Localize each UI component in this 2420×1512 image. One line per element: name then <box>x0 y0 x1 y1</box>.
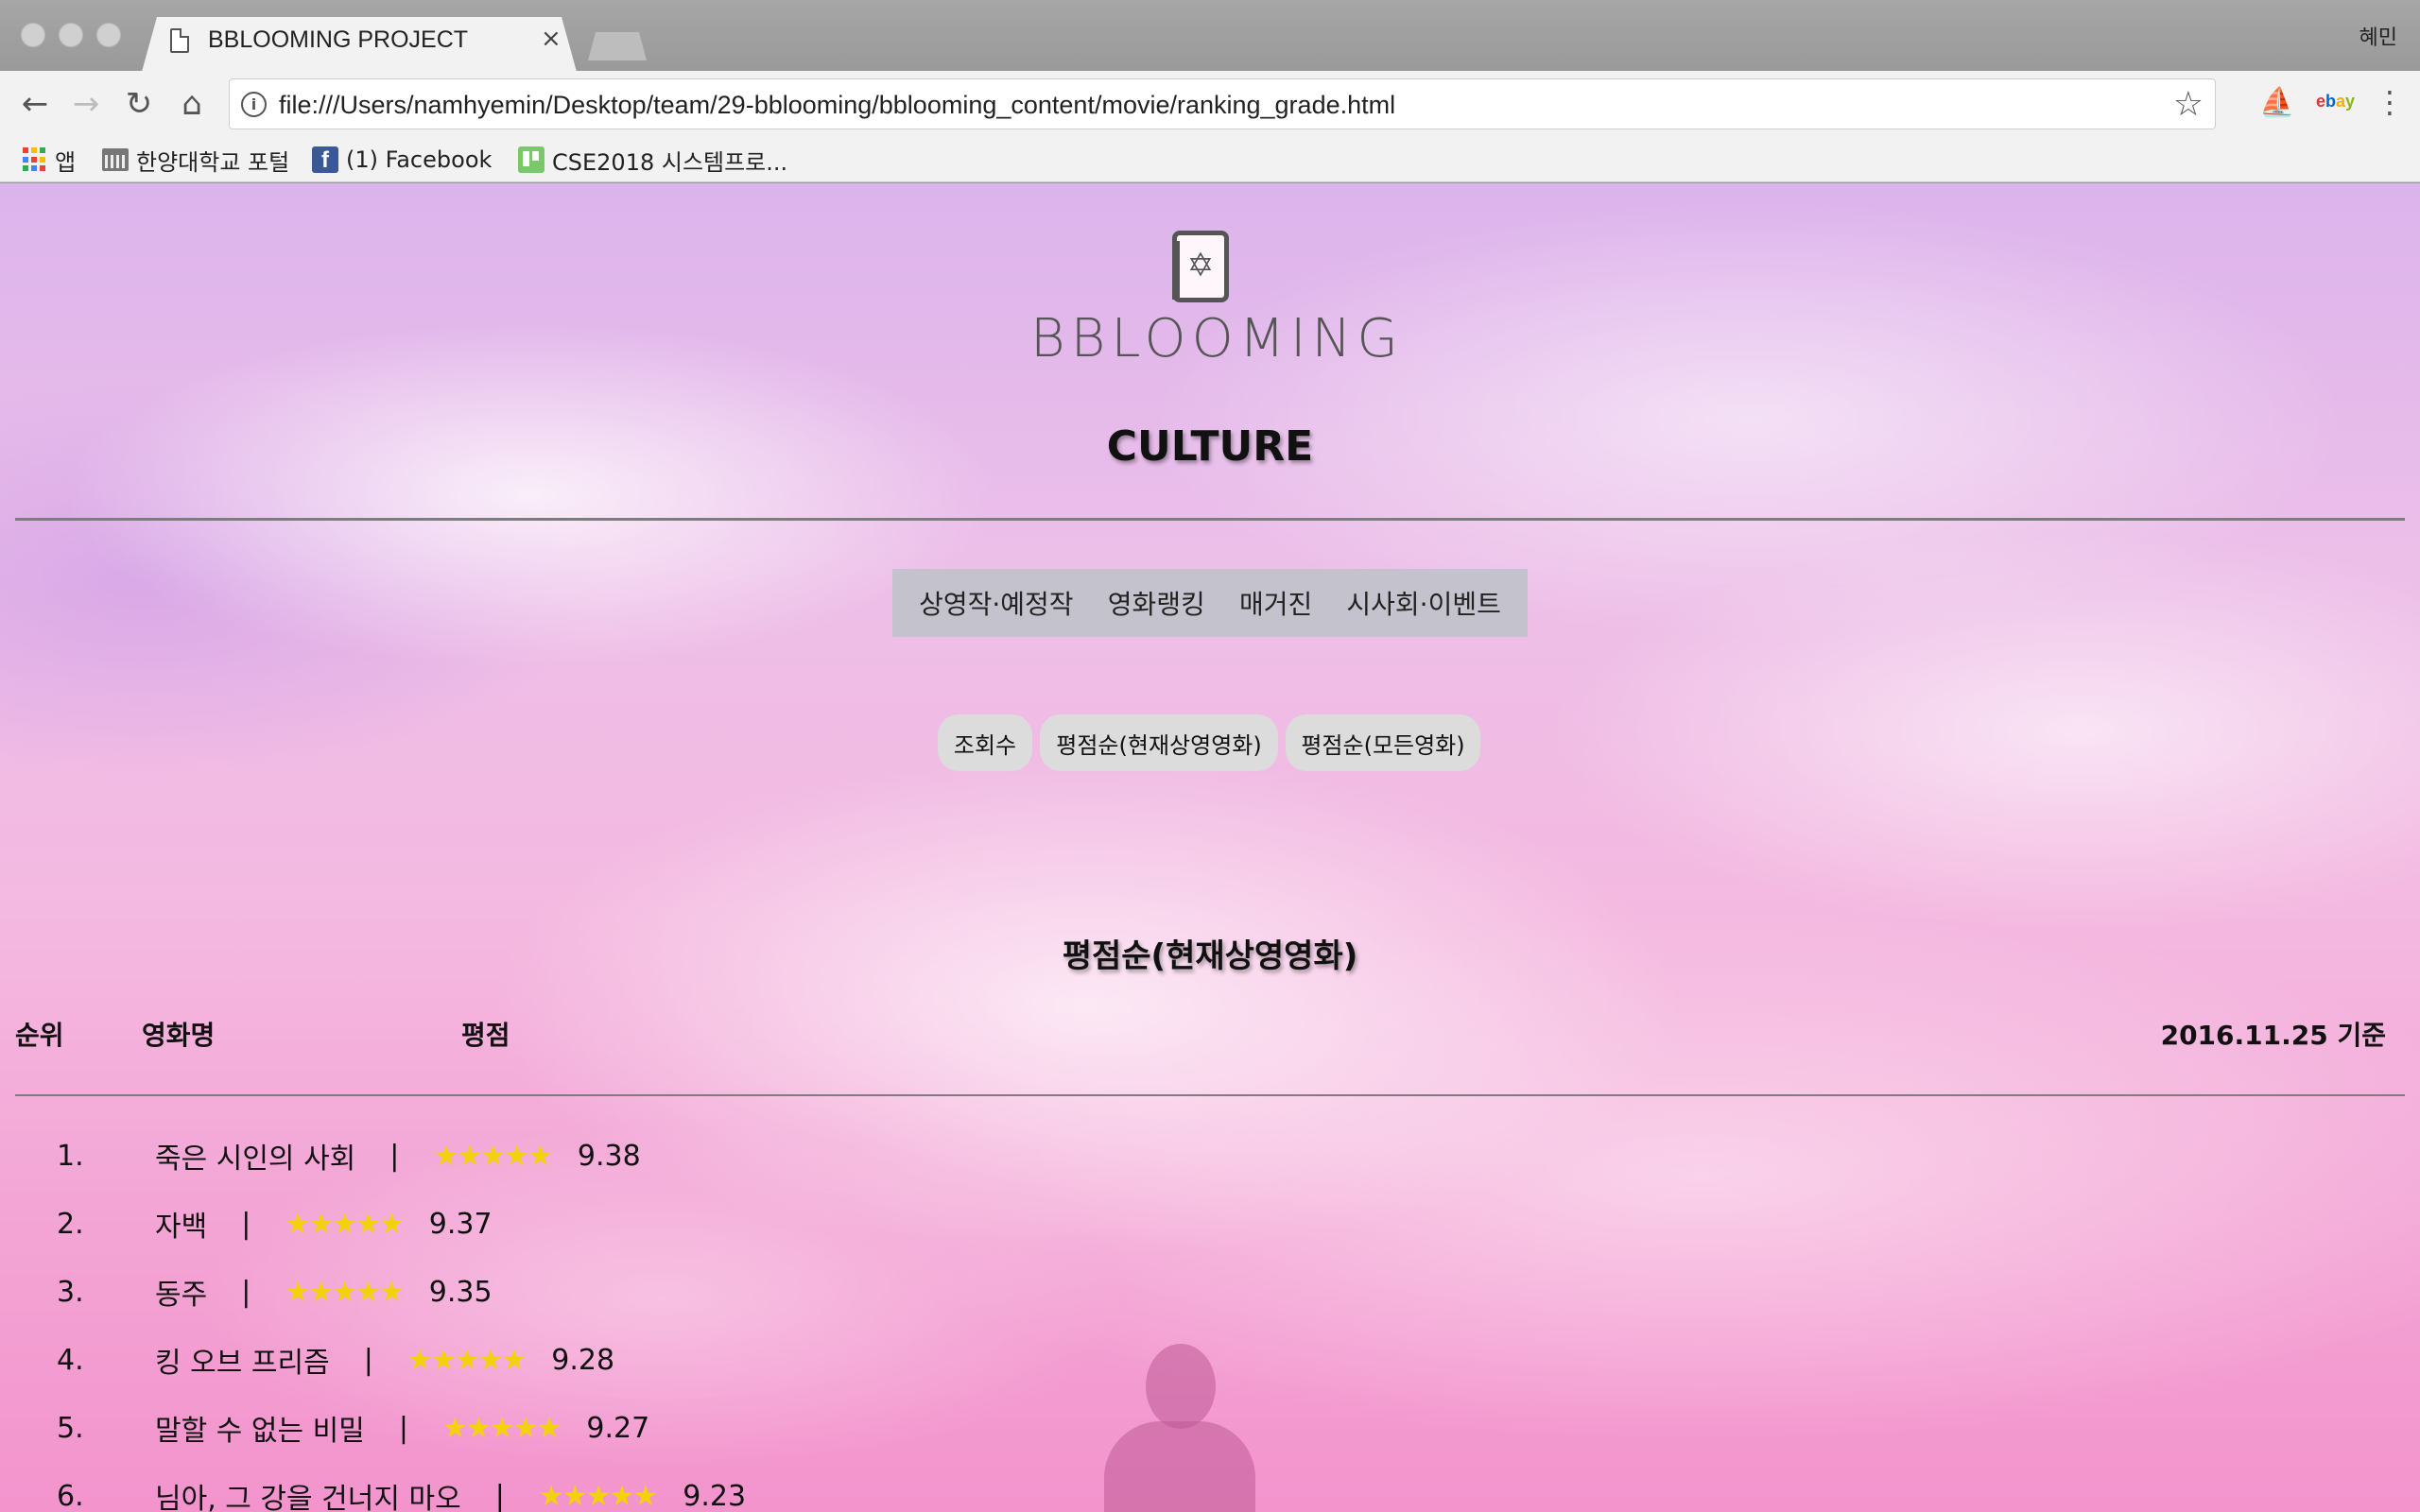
divider <box>15 1094 2405 1096</box>
column-header-rank: 순위 <box>15 1020 64 1051</box>
ranking-list-title: 평점순(현재상영영화) <box>1062 937 1358 975</box>
tab-close-icon[interactable]: × <box>541 25 562 53</box>
movie-title[interactable]: 킹 오브 프리즘 <box>155 1339 330 1381</box>
back-arrow-icon[interactable]: ← <box>13 82 57 126</box>
star-rating: ★★★★★ <box>433 1139 552 1173</box>
ranking-row: 4. 킹 오브 프리즘 | ★★★★★ 9.28 <box>57 1336 614 1383</box>
separator: | <box>398 1411 408 1445</box>
tab-grade-current[interactable]: 평점순(현재상영영화) <box>1040 714 1278 771</box>
column-header-title: 영화명 <box>142 1020 216 1051</box>
movie-score: 9.23 <box>683 1479 747 1512</box>
ranking-row: 1. 죽은 시인의 사회 | ★★★★★ 9.38 <box>57 1132 641 1179</box>
movie-title[interactable]: 말할 수 없는 비밀 <box>155 1407 365 1449</box>
rank-number: 6. <box>57 1479 84 1512</box>
divider <box>15 518 2405 521</box>
main-nav: 상영작·예정작 영화랭킹 매거진 시사회·이벤트 <box>892 569 1528 637</box>
bookmark-label: 앱 <box>55 148 77 176</box>
home-icon[interactable]: ⌂ <box>170 82 214 126</box>
movie-score: 9.35 <box>428 1275 493 1309</box>
document-icon <box>170 28 189 53</box>
page-viewport: BBLOOMING CULTURE 상영작·예정작 영화랭킹 매거진 시사회·이… <box>0 183 2420 1512</box>
movie-score: 9.27 <box>586 1411 650 1445</box>
university-icon <box>102 148 129 171</box>
bookmark-label: 한양대학교 포털 <box>136 148 290 176</box>
menu-dots-icon[interactable]: ⋮ <box>2375 84 2405 120</box>
star-rating: ★★★★★ <box>441 1411 562 1445</box>
separator: | <box>241 1207 251 1241</box>
browser-titlebar: BBLOOMING PROJECT × 혜민 <box>0 0 2420 72</box>
bookmark-star-icon[interactable]: ☆ <box>2173 85 2204 124</box>
separator: | <box>363 1343 373 1377</box>
movie-title[interactable]: 죽은 시인의 사회 <box>155 1135 355 1177</box>
facebook-icon: f <box>312 146 338 173</box>
profile-name[interactable]: 혜민 <box>2360 21 2397 51</box>
bookmark-cse2018[interactable]: CSE2018 시스템프로... <box>518 145 788 176</box>
tab-grade-all[interactable]: 평점순(모든영화) <box>1286 714 1480 771</box>
tab-views[interactable]: 조회수 <box>938 714 1032 771</box>
ranking-row: 2. 자백 | ★★★★★ 9.37 <box>57 1200 493 1247</box>
rank-number: 2. <box>57 1207 84 1241</box>
logo-text: BBLOOMING <box>1030 308 1404 369</box>
bookmark-facebook[interactable]: f (1) Facebook <box>312 145 492 175</box>
movie-title[interactable]: 동주 <box>155 1271 207 1313</box>
info-icon[interactable]: i <box>241 92 267 117</box>
book-logo-icon <box>1172 231 1229 302</box>
trello-icon <box>518 146 544 173</box>
browser-toolbar: ← → ↻ ⌂ i file:///Users/namhyemin/Deskto… <box>0 71 2420 137</box>
ebay-extension-icon[interactable]: ebay <box>2316 92 2355 112</box>
rank-number: 4. <box>57 1343 84 1377</box>
ranking-row: 5. 말할 수 없는 비밀 | ★★★★★ 9.27 <box>57 1404 649 1452</box>
bookmark-apps[interactable]: 앱 <box>23 145 77 176</box>
separator: | <box>241 1275 251 1309</box>
star-rating: ★★★★★ <box>285 1207 404 1241</box>
window-minimize-button[interactable] <box>59 23 83 47</box>
url-text[interactable]: file:///Users/namhyemin/Desktop/team/29-… <box>279 91 1395 120</box>
separator: | <box>389 1139 400 1173</box>
movie-title[interactable]: 자백 <box>155 1203 207 1245</box>
star-rating: ★★★★★ <box>538 1479 658 1512</box>
bookmarks-bar: 앱 한양대학교 포털 f (1) Facebook CSE2018 시스템프로.… <box>0 137 2420 182</box>
star-rating: ★★★★★ <box>406 1343 527 1377</box>
background-person-silhouette <box>1104 1344 1255 1512</box>
window-close-button[interactable] <box>21 23 45 47</box>
movie-score: 9.37 <box>428 1207 493 1241</box>
rank-number: 3. <box>57 1275 84 1309</box>
rank-number: 1. <box>57 1139 84 1173</box>
page-title: CULTURE <box>1106 422 1314 471</box>
ranking-date: 2016.11.25 기준 <box>2160 1020 2386 1051</box>
star-rating: ★★★★★ <box>285 1275 404 1309</box>
separator: | <box>494 1479 505 1512</box>
nav-item-magazine[interactable]: 매거진 <box>1239 584 1312 622</box>
movie-score: 9.38 <box>577 1139 641 1173</box>
ranking-row: 6. 님아, 그 강을 건너지 마오 | ★★★★★ 9.23 <box>57 1472 746 1512</box>
rank-number: 5. <box>57 1411 84 1445</box>
column-header-grade: 평점 <box>461 1020 510 1051</box>
movie-title[interactable]: 님아, 그 강을 건너지 마오 <box>155 1475 461 1512</box>
window-maximize-button[interactable] <box>96 23 121 47</box>
sailboat-extension-icon[interactable]: ⛵ <box>2259 86 2294 119</box>
tab-title[interactable]: BBLOOMING PROJECT <box>208 26 468 54</box>
apps-grid-icon <box>23 147 47 172</box>
movie-score: 9.28 <box>551 1343 615 1377</box>
reload-icon[interactable]: ↻ <box>117 82 161 126</box>
ranking-row: 3. 동주 | ★★★★★ 9.35 <box>57 1268 493 1315</box>
site-logo[interactable]: BBLOOMING <box>1030 231 1404 369</box>
bookmark-label: CSE2018 시스템프로... <box>552 148 788 176</box>
nav-item-now-showing[interactable]: 상영작·예정작 <box>919 584 1073 622</box>
bookmark-hanyang-portal[interactable]: 한양대학교 포털 <box>102 145 290 176</box>
forward-arrow-icon[interactable]: → <box>64 82 108 126</box>
nav-item-movie-ranking[interactable]: 영화랭킹 <box>1108 584 1205 622</box>
nav-item-preview-events[interactable]: 시사회·이벤트 <box>1346 584 1500 622</box>
address-bar[interactable]: i file:///Users/namhyemin/Desktop/team/2… <box>229 78 2216 129</box>
new-tab-button[interactable] <box>588 32 647 60</box>
bookmark-label: (1) Facebook <box>346 146 493 173</box>
